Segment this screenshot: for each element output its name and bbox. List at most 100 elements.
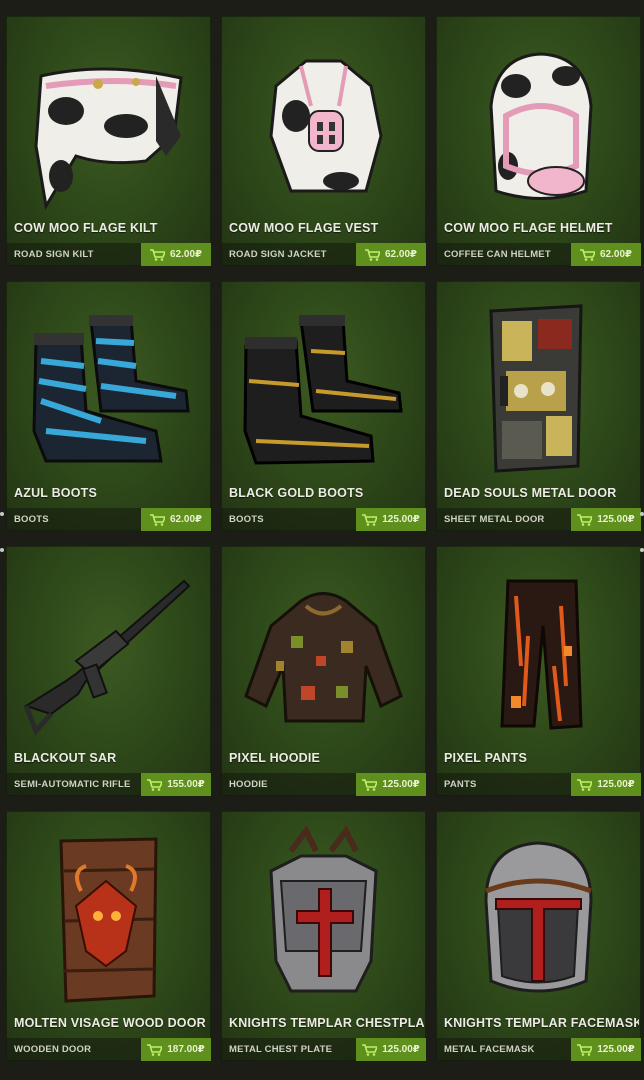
hoodie-icon xyxy=(244,592,403,723)
price-label: 125.00₽ xyxy=(382,514,420,525)
buy-button[interactable]: 125.00₽ xyxy=(356,508,426,531)
cart-icon xyxy=(577,778,593,791)
pants-icon xyxy=(500,579,583,730)
item-card-pixel-hoodie[interactable]: PIXEL HOODIE HOODIE 125.00₽ xyxy=(221,546,426,796)
item-footer: METAL FACEMASK 125.00₽ xyxy=(436,1038,641,1061)
item-name: COW MOO FLAGE KILT xyxy=(14,221,158,235)
chestplate-icon xyxy=(269,825,378,993)
price-label: 155.00₽ xyxy=(167,779,205,790)
item-card-knights-templar-facemask[interactable]: KNIGHTS TEMPLAR FACEMASK METAL FACEMASK … xyxy=(436,811,641,1061)
buy-button[interactable]: 187.00₽ xyxy=(141,1038,211,1061)
kilt-icon xyxy=(34,67,183,211)
item-type: PANTS xyxy=(444,779,477,790)
item-type: HOODIE xyxy=(229,779,268,790)
item-name: DEAD SOULS METAL DOOR xyxy=(444,486,617,500)
door-icon xyxy=(489,304,583,473)
price-label: 125.00₽ xyxy=(597,514,635,525)
cart-icon xyxy=(365,248,380,261)
item-card-cow-moo-flage-kilt[interactable]: COW MOO FLAGE KILT ROAD SIGN KILT 62.00₽ xyxy=(6,16,211,266)
buy-button[interactable]: 125.00₽ xyxy=(356,1038,426,1061)
buy-button[interactable]: 125.00₽ xyxy=(571,1038,641,1061)
boots-icon xyxy=(243,315,403,465)
item-footer: SEMI-AUTOMATIC RIFLE 155.00₽ xyxy=(6,773,211,796)
price-label: 125.00₽ xyxy=(382,1044,420,1055)
edge-marker xyxy=(640,512,644,516)
item-footer: PANTS 125.00₽ xyxy=(436,773,641,796)
item-name: KNIGHTS TEMPLAR FACEMASK xyxy=(444,1016,639,1030)
item-card-dead-souls-metal-door[interactable]: DEAD SOULS METAL DOOR SHEET METAL DOOR 1… xyxy=(436,281,641,531)
buy-button[interactable]: 62.00₽ xyxy=(356,243,426,266)
item-name: PIXEL PANTS xyxy=(444,751,528,765)
item-footer: COFFEE CAN HELMET 62.00₽ xyxy=(436,243,641,266)
item-name: MOLTEN VISAGE WOOD DOOR xyxy=(14,1016,206,1030)
boots-icon xyxy=(32,315,190,463)
item-type: METAL CHEST PLATE xyxy=(229,1044,333,1055)
item-card-azul-boots[interactable]: AZUL BOOTS BOOTS 62.00₽ xyxy=(6,281,211,531)
item-name: COW MOO FLAGE VEST xyxy=(229,221,379,235)
item-card-cow-moo-flage-helmet[interactable]: COW MOO FLAGE HELMET COFFEE CAN HELMET 6… xyxy=(436,16,641,266)
price-label: 62.00₽ xyxy=(385,249,417,260)
price-label: 125.00₽ xyxy=(597,1044,635,1055)
cart-icon xyxy=(150,513,165,526)
cart-icon xyxy=(577,1043,593,1056)
cart-icon xyxy=(147,1043,163,1056)
item-type: METAL FACEMASK xyxy=(444,1044,535,1055)
edge-marker xyxy=(640,548,644,552)
item-type: SHEET METAL DOOR xyxy=(444,514,545,525)
item-card-knights-templar-chestplate[interactable]: KNIGHTS TEMPLAR CHESTPLATE METAL CHEST P… xyxy=(221,811,426,1061)
item-type: SEMI-AUTOMATIC RIFLE xyxy=(14,779,131,790)
item-card-blackout-sar[interactable]: BLACKOUT SAR SEMI-AUTOMATIC RIFLE 155.00… xyxy=(6,546,211,796)
item-footer: HOODIE 125.00₽ xyxy=(221,773,426,796)
item-card-pixel-pants[interactable]: PIXEL PANTS PANTS 125.00₽ xyxy=(436,546,641,796)
buy-button[interactable]: 62.00₽ xyxy=(141,508,211,531)
item-card-black-gold-boots[interactable]: BLACK GOLD BOOTS BOOTS 125.00₽ xyxy=(221,281,426,531)
item-footer: SHEET METAL DOOR 125.00₽ xyxy=(436,508,641,531)
price-label: 62.00₽ xyxy=(600,249,632,260)
facemask-icon xyxy=(484,841,593,993)
item-type: ROAD SIGN JACKET xyxy=(229,249,327,260)
item-type: BOOTS xyxy=(229,514,264,525)
item-name: BLACK GOLD BOOTS xyxy=(229,486,364,500)
buy-button[interactable]: 125.00₽ xyxy=(356,773,426,796)
price-label: 62.00₽ xyxy=(170,514,202,525)
buy-button[interactable]: 155.00₽ xyxy=(141,773,211,796)
cart-icon xyxy=(150,248,165,261)
cart-icon xyxy=(147,778,163,791)
price-label: 62.00₽ xyxy=(170,249,202,260)
item-footer: ROAD SIGN JACKET 62.00₽ xyxy=(221,243,426,266)
item-name: PIXEL HOODIE xyxy=(229,751,321,765)
buy-button[interactable]: 62.00₽ xyxy=(571,243,641,266)
item-footer: WOODEN DOOR 187.00₽ xyxy=(6,1038,211,1061)
cart-icon xyxy=(362,513,378,526)
item-name: BLACKOUT SAR xyxy=(14,751,117,765)
item-name: COW MOO FLAGE HELMET xyxy=(444,221,613,235)
buy-button[interactable]: 125.00₽ xyxy=(571,773,641,796)
buy-button[interactable]: 125.00₽ xyxy=(571,508,641,531)
helmet-icon xyxy=(489,52,593,200)
item-type: COFFEE CAN HELMET xyxy=(444,249,551,260)
cart-icon xyxy=(362,778,378,791)
store-item-grid: COW MOO FLAGE KILT ROAD SIGN KILT 62.00₽… xyxy=(0,0,644,1080)
item-type: ROAD SIGN KILT xyxy=(14,249,94,260)
price-label: 187.00₽ xyxy=(167,1044,205,1055)
item-type: BOOTS xyxy=(14,514,49,525)
cart-icon xyxy=(362,1043,378,1056)
item-footer: ROAD SIGN KILT 62.00₽ xyxy=(6,243,211,266)
item-name: AZUL BOOTS xyxy=(14,486,98,500)
item-type: WOODEN DOOR xyxy=(14,1044,92,1055)
item-name: KNIGHTS TEMPLAR CHESTPLATE xyxy=(229,1016,424,1030)
vest-icon xyxy=(269,59,383,193)
rifle-icon xyxy=(23,579,191,736)
item-footer: BOOTS 125.00₽ xyxy=(221,508,426,531)
item-card-molten-visage-wood-door[interactable]: MOLTEN VISAGE WOOD DOOR WOODEN DOOR 187.… xyxy=(6,811,211,1061)
price-label: 125.00₽ xyxy=(597,779,635,790)
edge-marker xyxy=(0,512,4,516)
edge-marker xyxy=(0,548,4,552)
price-label: 125.00₽ xyxy=(382,779,420,790)
item-footer: METAL CHEST PLATE 125.00₽ xyxy=(221,1038,426,1061)
item-card-cow-moo-flage-vest[interactable]: COW MOO FLAGE VEST ROAD SIGN JACKET 62.0… xyxy=(221,16,426,266)
cart-icon xyxy=(577,513,593,526)
buy-button[interactable]: 62.00₽ xyxy=(141,243,211,266)
wood-door-icon xyxy=(59,837,158,1003)
cart-icon xyxy=(580,248,595,261)
